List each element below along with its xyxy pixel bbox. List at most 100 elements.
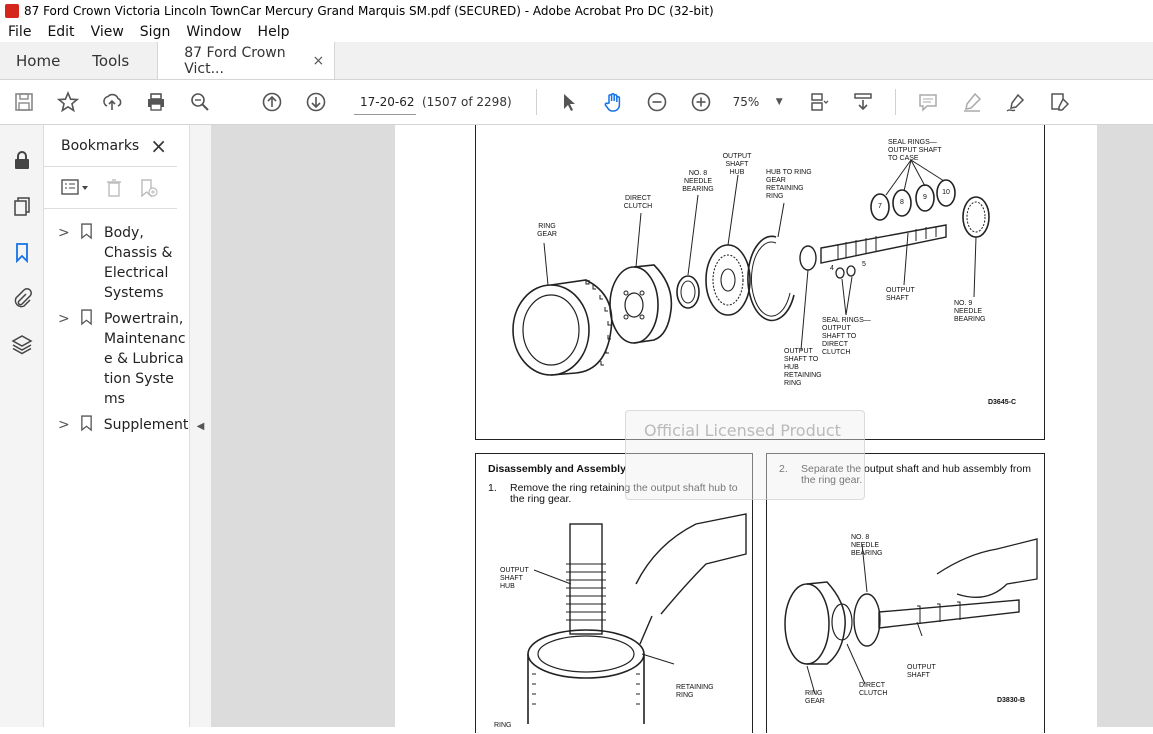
page-count: (1507 of 2298) (422, 95, 512, 109)
chevron-right-icon[interactable]: > (58, 223, 72, 243)
bookmark-item[interactable]: > Powertrain, Maintenance & Lubrication … (44, 303, 189, 409)
label-right-ring-gear: RING GEAR (805, 690, 825, 705)
collapse-left-icon: ◀ (196, 420, 205, 432)
label-number-7: 7 (878, 203, 882, 210)
label-seal-rings-case: SEAL RINGS— OUTPUT SHAFT TO CASE (888, 139, 942, 162)
bookmarks-title: Bookmarks (61, 137, 140, 154)
scrolling-mode-icon[interactable] (841, 80, 885, 124)
page-layout-icon[interactable] (797, 80, 841, 124)
menu-view[interactable]: View (83, 24, 132, 40)
save-icon[interactable] (2, 80, 46, 124)
menu-sign[interactable]: Sign (132, 24, 179, 40)
watermark: Official Licensed Product (625, 410, 865, 500)
upload-icon[interactable] (90, 80, 134, 124)
bookmark-item[interactable]: > Body, Chassis & Electrical Systems (44, 217, 189, 303)
tab-tools[interactable]: Tools (76, 42, 145, 79)
layers-icon[interactable] (0, 321, 44, 367)
bookmark-label: Supplement (103, 417, 189, 433)
bookmark-icon (80, 223, 96, 246)
figure-code-right: D3830-B (996, 697, 1025, 704)
exploded-diagram (512, 159, 990, 376)
label-left-ring: RING (494, 722, 512, 729)
label-number-8: 8 (900, 199, 904, 206)
bookmarks-close-icon[interactable]: × (150, 134, 167, 158)
acrobat-app-icon (5, 4, 19, 18)
section-heading: Disassembly and Assembly (488, 463, 626, 475)
toolbar: 17-20-62 (1507 of 2298) 75% ▼ (0, 80, 1153, 125)
zoom-in-icon[interactable] (679, 80, 723, 124)
chevron-down-icon: ▼ (775, 97, 783, 107)
bookmark-label: Powertrain, Maintenance & Lubrication Sy… (104, 311, 186, 407)
previous-page-icon[interactable] (250, 80, 294, 124)
menu-file[interactable]: File (0, 24, 39, 40)
edit-pdf-icon[interactable] (1038, 80, 1082, 124)
pdf-page: RING GEAR DIRECT CLUTCH NO. 8 NEEDLE BEA… (395, 125, 1097, 733)
bookmarks-panel: Bookmarks × > Body, Chassis & Electrical… (44, 125, 190, 727)
left-navigation-rail (0, 125, 44, 727)
menu-window[interactable]: Window (178, 24, 249, 40)
next-page-icon[interactable] (294, 80, 338, 124)
step1-number: 1. (488, 482, 497, 494)
label-number-9: 9 (923, 194, 927, 201)
bookmark-item[interactable]: > Supplement (44, 409, 189, 438)
label-right-needle-bearing: NO. 8 NEEDLE BEARING (851, 534, 883, 557)
bookmarks-header: Bookmarks × (44, 125, 177, 167)
tab-document-label: 87 Ford Crown Vict... (184, 44, 286, 77)
label-needle-bearing-8: NO. 8 NEEDLE BEARING (682, 170, 714, 193)
toolbar-separator (535, 89, 537, 115)
label-direct-clutch: DIRECT CLUTCH (623, 195, 653, 210)
title-bar: 87 Ford Crown Victoria Lincoln TownCar M… (0, 0, 1153, 22)
panel-collapse-handle[interactable]: ◀ (190, 125, 212, 727)
label-left-hub: OUTPUT SHAFT HUB (500, 567, 529, 590)
label-right-output-shaft: OUTPUT SHAFT (907, 664, 936, 679)
exploded-view-figure: RING GEAR DIRECT CLUTCH NO. 8 NEEDLE BEA… (475, 125, 1045, 440)
label-right-direct-clutch: DIRECT CLUTCH (859, 682, 888, 697)
lock-icon[interactable] (0, 137, 44, 183)
chevron-right-icon[interactable]: > (58, 415, 72, 435)
menu-bar: File Edit View Sign Window Help (0, 22, 1153, 42)
document-viewer[interactable]: RING GEAR DIRECT CLUTCH NO. 8 NEEDLE BEA… (212, 125, 1153, 733)
label-seal-rings-clutch: SEAL RINGS— OUTPUT SHAFT TO DIRECT CLUTC… (822, 317, 871, 356)
toolbar-separator (894, 89, 896, 115)
bookmarks-toolbar (44, 167, 177, 209)
bookmark-icon (80, 309, 96, 332)
bookmark-label: Body, Chassis & Electrical Systems (104, 225, 173, 301)
label-needle-bearing-9: NO. 9 NEEDLE BEARING (954, 300, 986, 323)
label-shaft-hub-ring: OUTPUT SHAFT TO HUB RETAINING RING (784, 348, 822, 387)
tab-home[interactable]: Home (0, 42, 76, 79)
tab-close-icon[interactable]: × (313, 53, 325, 69)
window-title: 87 Ford Crown Victoria Lincoln TownCar M… (24, 4, 714, 18)
tab-document[interactable]: 87 Ford Crown Vict... × (157, 42, 336, 79)
page-number-input[interactable]: 17-20-62 (354, 89, 416, 115)
label-number-4: 4 (830, 265, 834, 272)
label-number-5: 5 (862, 261, 866, 268)
menu-edit[interactable]: Edit (39, 24, 82, 40)
star-icon[interactable] (46, 80, 90, 124)
attachment-icon[interactable] (0, 275, 44, 321)
label-number-10: 10 (942, 189, 950, 196)
chevron-right-icon[interactable]: > (58, 309, 72, 329)
comment-icon[interactable] (906, 80, 950, 124)
pages-icon[interactable] (0, 183, 44, 229)
bookmark-icon (80, 415, 96, 438)
bookmark-options-icon[interactable] (60, 178, 90, 198)
bookmark-panel-icon[interactable] (0, 229, 44, 275)
menu-help[interactable]: Help (250, 24, 298, 40)
label-output-shaft: OUTPUT SHAFT (886, 287, 915, 302)
zoom-out-icon[interactable] (635, 80, 679, 124)
zoom-search-icon[interactable] (178, 80, 222, 124)
new-bookmark-icon[interactable] (138, 178, 158, 198)
label-ring-gear: RING GEAR (537, 223, 557, 238)
sign-icon[interactable] (994, 80, 1038, 124)
hand-tool-icon[interactable] (591, 80, 635, 124)
highlight-pen-icon[interactable] (950, 80, 994, 124)
watermark-text: Official Licensed Product (644, 421, 841, 440)
print-icon[interactable] (134, 80, 178, 124)
select-cursor-icon[interactable] (547, 80, 591, 124)
label-hub-retaining-ring: HUB TO RING GEAR RETAINING RING (766, 169, 812, 200)
zoom-select[interactable]: 75% ▼ (727, 89, 787, 115)
delete-bookmark-icon[interactable] (104, 178, 124, 198)
label-left-retaining-ring: RETAINING RING (676, 684, 714, 699)
tab-bar: Home Tools 87 Ford Crown Vict... × (0, 42, 1153, 80)
label-output-shaft-hub: OUTPUT SHAFT HUB (722, 153, 752, 176)
